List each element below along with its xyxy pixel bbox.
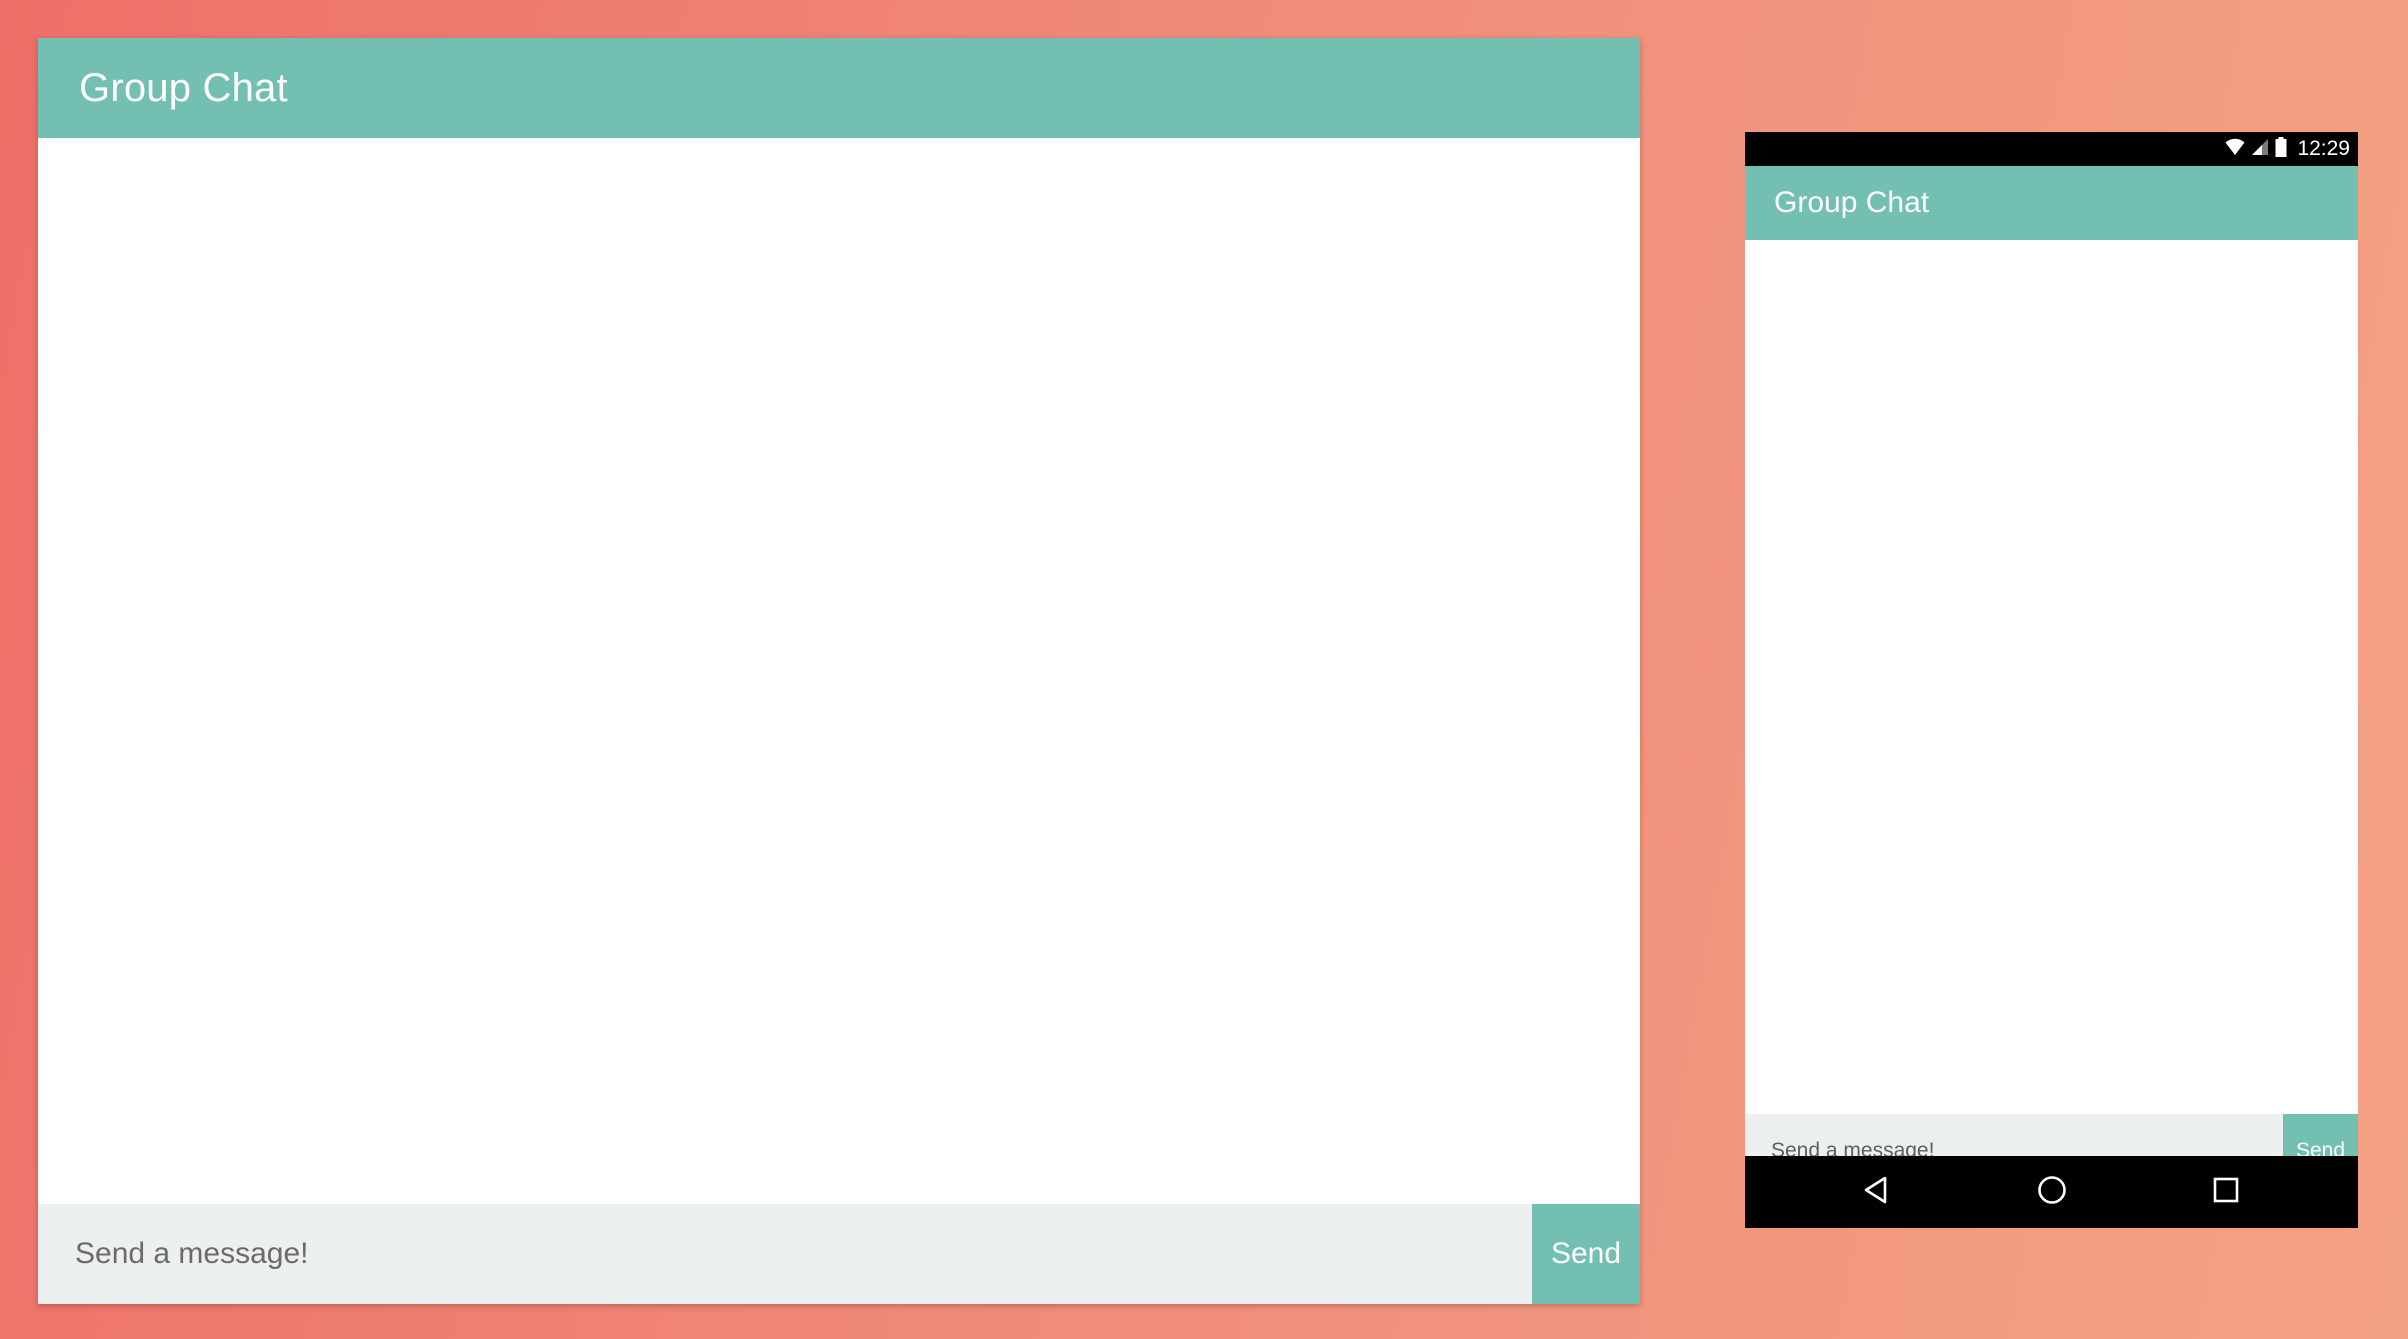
mobile-header: Group Chat xyxy=(1745,166,2358,240)
mobile-chat-title: Group Chat xyxy=(1774,186,1930,219)
mobile-message-list[interactable] xyxy=(1745,240,2358,1114)
back-button[interactable] xyxy=(1831,1156,1921,1228)
mobile-status-bar: 12:29 xyxy=(1745,132,2358,166)
wifi-icon xyxy=(2225,138,2245,161)
mobile-nav-bar xyxy=(1745,1156,2358,1228)
status-icons: 12:29 xyxy=(2225,132,2350,166)
cell-signal-icon xyxy=(2251,138,2269,161)
desktop-chat-window: Group Chat Send xyxy=(38,38,1640,1304)
desktop-send-button[interactable]: Send xyxy=(1532,1204,1640,1304)
recents-icon xyxy=(2213,1177,2239,1208)
battery-icon xyxy=(2275,136,2287,162)
desktop-composer: Send xyxy=(38,1204,1640,1304)
back-icon xyxy=(1863,1176,1889,1209)
recents-button[interactable] xyxy=(2181,1156,2271,1228)
status-time: 12:29 xyxy=(2297,137,2350,160)
desktop-message-input[interactable] xyxy=(38,1204,1532,1304)
mobile-chat-device: 12:29 Group Chat Send xyxy=(1745,132,2358,1228)
desktop-header: Group Chat xyxy=(38,38,1640,138)
home-icon xyxy=(2037,1175,2067,1210)
desktop-chat-title: Group Chat xyxy=(79,66,288,110)
desktop-message-list[interactable] xyxy=(38,138,1640,1204)
home-button[interactable] xyxy=(2007,1156,2097,1228)
